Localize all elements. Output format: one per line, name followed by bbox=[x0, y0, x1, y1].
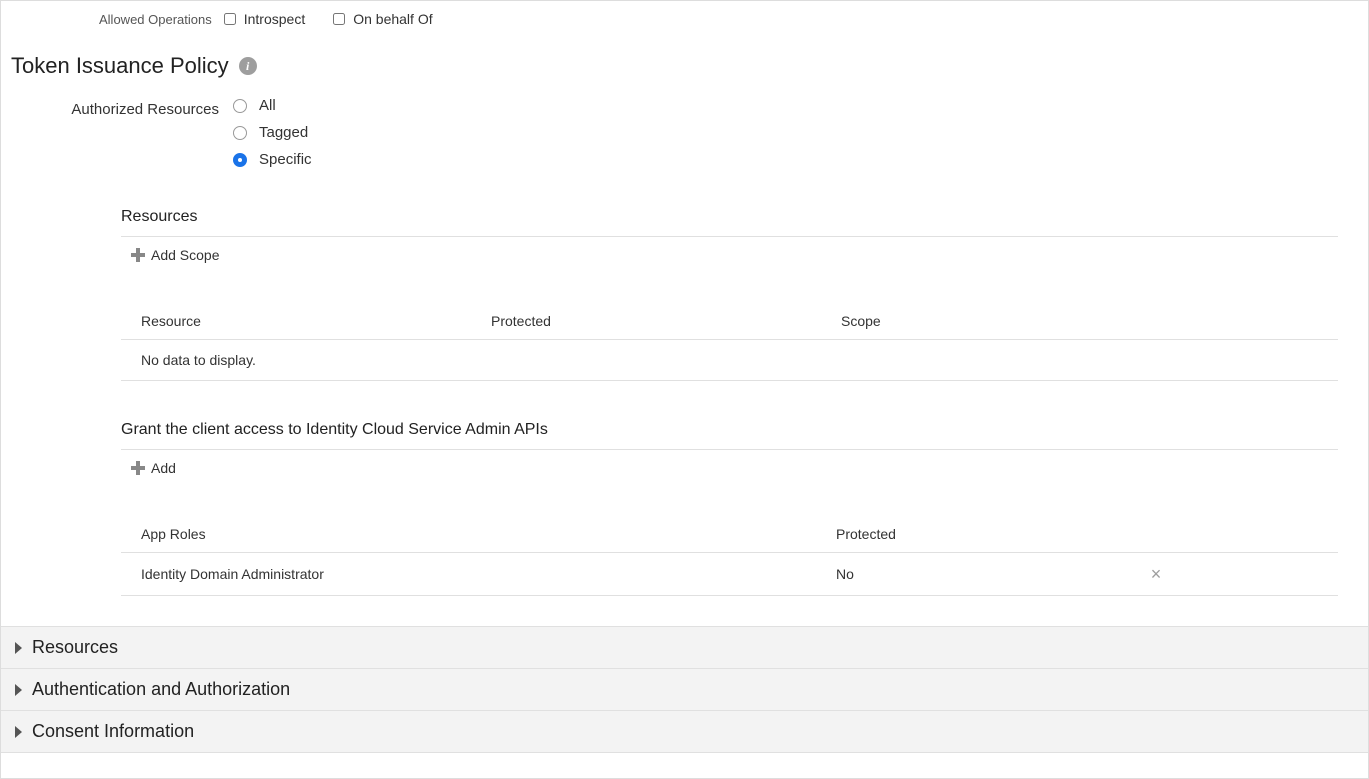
accordion-resources[interactable]: Resources bbox=[1, 626, 1368, 668]
col-approles: App Roles bbox=[141, 526, 836, 542]
introspect-checkbox-wrapper[interactable]: Introspect bbox=[224, 11, 305, 27]
authorized-resources-label: Authorized Resources bbox=[59, 97, 219, 178]
grant-subsection: Grant the client access to Identity Clou… bbox=[121, 421, 1338, 596]
resources-header: Resources bbox=[121, 208, 1338, 237]
caret-right-icon bbox=[15, 726, 22, 738]
plus-icon bbox=[131, 461, 145, 475]
accordion-consent[interactable]: Consent Information bbox=[1, 710, 1368, 753]
radio-tagged-input[interactable] bbox=[233, 126, 247, 140]
add-button[interactable]: Add bbox=[121, 450, 186, 486]
radio-all-label: All bbox=[259, 97, 276, 114]
resources-table: Resource Protected Scope No data to disp… bbox=[121, 303, 1338, 381]
col-scope: Scope bbox=[841, 313, 1141, 329]
radio-all[interactable]: All bbox=[233, 97, 312, 114]
col-resource: Resource bbox=[141, 313, 491, 329]
authorized-resources-row: Authorized Resources All Tagged Specific bbox=[1, 97, 1368, 196]
cell-protected: No bbox=[836, 566, 1126, 582]
radio-specific[interactable]: Specific bbox=[233, 151, 312, 168]
radio-all-input[interactable] bbox=[233, 99, 247, 113]
radio-tagged[interactable]: Tagged bbox=[233, 124, 312, 141]
introspect-checkbox[interactable] bbox=[224, 13, 236, 25]
introspect-label: Introspect bbox=[244, 11, 305, 27]
delete-row-icon[interactable]: × bbox=[1151, 564, 1162, 584]
plus-icon bbox=[131, 248, 145, 262]
allowed-operations-label: Allowed Operations bbox=[99, 12, 212, 27]
resources-subsection: Resources Add Scope Resource Protected S… bbox=[121, 208, 1338, 381]
onbehalf-label: On behalf Of bbox=[353, 11, 432, 27]
add-scope-label: Add Scope bbox=[151, 247, 220, 263]
radio-tagged-label: Tagged bbox=[259, 124, 308, 141]
onbehalf-checkbox-wrapper[interactable]: On behalf Of bbox=[333, 11, 432, 27]
add-scope-button[interactable]: Add Scope bbox=[121, 237, 230, 273]
accordion-consent-title: Consent Information bbox=[32, 721, 194, 742]
info-icon[interactable]: i bbox=[239, 57, 257, 75]
allowed-operations-row: Allowed Operations Introspect On behalf … bbox=[1, 1, 1368, 47]
resources-empty: No data to display. bbox=[121, 340, 1338, 381]
accordion-auth[interactable]: Authentication and Authorization bbox=[1, 668, 1368, 710]
token-policy-section: Token Issuance Policy i bbox=[1, 47, 1368, 97]
caret-right-icon bbox=[15, 684, 22, 696]
onbehalf-checkbox[interactable] bbox=[333, 13, 345, 25]
accordion-resources-title: Resources bbox=[32, 637, 118, 658]
cell-role: Identity Domain Administrator bbox=[141, 566, 836, 582]
caret-right-icon bbox=[15, 642, 22, 654]
col-protected: Protected bbox=[491, 313, 841, 329]
approles-table: App Roles Protected Identity Domain Admi… bbox=[121, 516, 1338, 596]
radio-specific-label: Specific bbox=[259, 151, 312, 168]
accordions: Resources Authentication and Authorizati… bbox=[1, 626, 1368, 753]
token-policy-title: Token Issuance Policy bbox=[11, 53, 229, 79]
table-row: Identity Domain Administrator No × bbox=[121, 553, 1338, 596]
radio-specific-input[interactable] bbox=[233, 153, 247, 167]
col-protected2: Protected bbox=[836, 526, 1126, 542]
add-label: Add bbox=[151, 460, 176, 476]
grant-header: Grant the client access to Identity Clou… bbox=[121, 421, 1338, 450]
accordion-auth-title: Authentication and Authorization bbox=[32, 679, 290, 700]
